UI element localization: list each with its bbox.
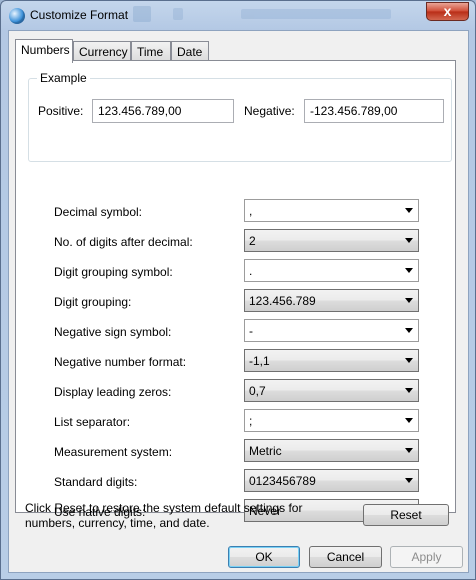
negative-sign-symbol-combo[interactable]: - xyxy=(244,319,419,342)
chevron-down-icon xyxy=(405,388,413,393)
chevron-down-icon xyxy=(405,298,413,303)
chevron-down-icon xyxy=(405,238,413,243)
decimal-symbol-combo[interactable]: , xyxy=(244,199,419,222)
reset-button[interactable]: Reset xyxy=(363,504,449,526)
reset-instructions: Click Reset to restore the system defaul… xyxy=(25,501,303,530)
tab-date[interactable]: Date xyxy=(171,41,209,61)
standard-digits-label: Standard digits: xyxy=(54,475,138,489)
close-button[interactable]: x xyxy=(426,2,469,21)
list-separator-combo[interactable]: ; xyxy=(244,409,419,432)
digit-grouping-symbol-value: . xyxy=(249,264,253,278)
dialog-client-area: Numbers Currency Time Date Example Posit… xyxy=(8,30,469,573)
cancel-button[interactable]: Cancel xyxy=(309,546,382,568)
digit-grouping-symbol-combo[interactable]: . xyxy=(244,259,419,282)
negative-number-format-value: -1,1 xyxy=(249,354,270,368)
list-separator-label: List separator: xyxy=(54,415,131,429)
list-separator-value: ; xyxy=(249,414,253,428)
standard-digits-combo[interactable]: 0123456789 xyxy=(244,469,419,492)
digit-grouping-value: 123.456.789 xyxy=(249,294,316,308)
background-taskbar-ghost xyxy=(133,4,413,24)
positive-label: Positive: xyxy=(38,104,84,118)
chevron-down-icon xyxy=(405,268,413,273)
negative-number-format-label: Negative number format: xyxy=(54,355,187,369)
tab-numbers[interactable]: Numbers xyxy=(15,39,73,63)
measurement-system-combo[interactable]: Metric xyxy=(244,439,419,462)
ok-button[interactable]: OK xyxy=(228,546,300,568)
display-leading-zeros-value: 0,7 xyxy=(249,384,266,398)
decimal-symbol-value: , xyxy=(249,204,253,218)
example-group: Example Positive: 123.456.789,00 Negativ… xyxy=(28,71,452,162)
digits-after-decimal-label: No. of digits after decimal: xyxy=(54,235,193,249)
numbers-tab-panel: Example Positive: 123.456.789,00 Negativ… xyxy=(15,60,456,522)
display-leading-zeros-label: Display leading zeros: xyxy=(54,385,172,399)
digits-after-decimal-combo[interactable]: 2 xyxy=(244,229,419,252)
tab-time[interactable]: Time xyxy=(131,41,171,61)
negative-sign-symbol-value: - xyxy=(249,324,253,338)
example-legend: Example xyxy=(37,71,90,85)
chevron-down-icon xyxy=(405,358,413,363)
tab-currency[interactable]: Currency xyxy=(73,41,131,61)
chevron-down-icon xyxy=(405,478,413,483)
chevron-down-icon xyxy=(405,448,413,453)
globe-icon xyxy=(9,8,25,24)
negative-example-field: -123.456.789,00 xyxy=(304,99,444,123)
display-leading-zeros-combo[interactable]: 0,7 xyxy=(244,379,419,402)
standard-digits-value: 0123456789 xyxy=(249,474,316,488)
decimal-symbol-label: Decimal symbol: xyxy=(54,205,143,219)
chevron-down-icon xyxy=(405,208,413,213)
chevron-down-icon xyxy=(405,418,413,423)
measurement-system-label: Measurement system: xyxy=(54,445,173,459)
window-title: Customize Format xyxy=(30,8,129,22)
digits-after-decimal-value: 2 xyxy=(249,234,256,248)
negative-sign-symbol-label: Negative sign symbol: xyxy=(54,325,172,339)
negative-label: Negative: xyxy=(244,104,295,118)
measurement-system-value: Metric xyxy=(249,444,282,458)
digit-grouping-symbol-label: Digit grouping symbol: xyxy=(54,265,173,279)
chevron-down-icon xyxy=(405,328,413,333)
digit-grouping-label: Digit grouping: xyxy=(54,295,132,309)
digit-grouping-combo[interactable]: 123.456.789 xyxy=(244,289,419,312)
title-bar[interactable]: Customize Format x xyxy=(1,1,475,31)
apply-button[interactable]: Apply xyxy=(390,546,463,568)
negative-number-format-combo[interactable]: -1,1 xyxy=(244,349,419,372)
positive-example-field: 123.456.789,00 xyxy=(92,99,234,123)
customize-format-dialog: Customize Format x Numbers Currency Time… xyxy=(0,0,476,580)
